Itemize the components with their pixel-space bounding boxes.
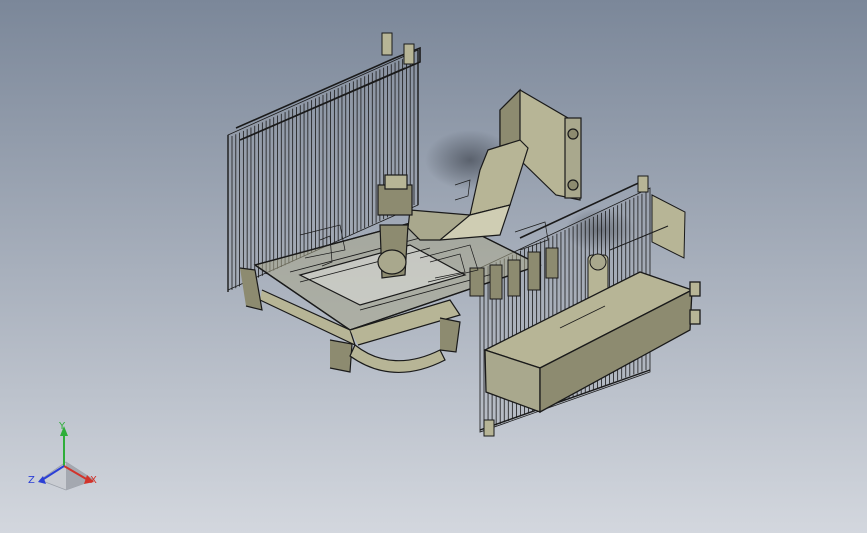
triad-z-label: Z — [28, 475, 35, 486]
cad-3d-viewport[interactable]: Y Z X — [0, 0, 867, 533]
orientation-triad: Y Z X — [24, 418, 108, 496]
triad-y-label: Y — [59, 421, 66, 432]
assembly-model[interactable] — [0, 0, 867, 533]
triad-x-label: X — [90, 475, 97, 486]
